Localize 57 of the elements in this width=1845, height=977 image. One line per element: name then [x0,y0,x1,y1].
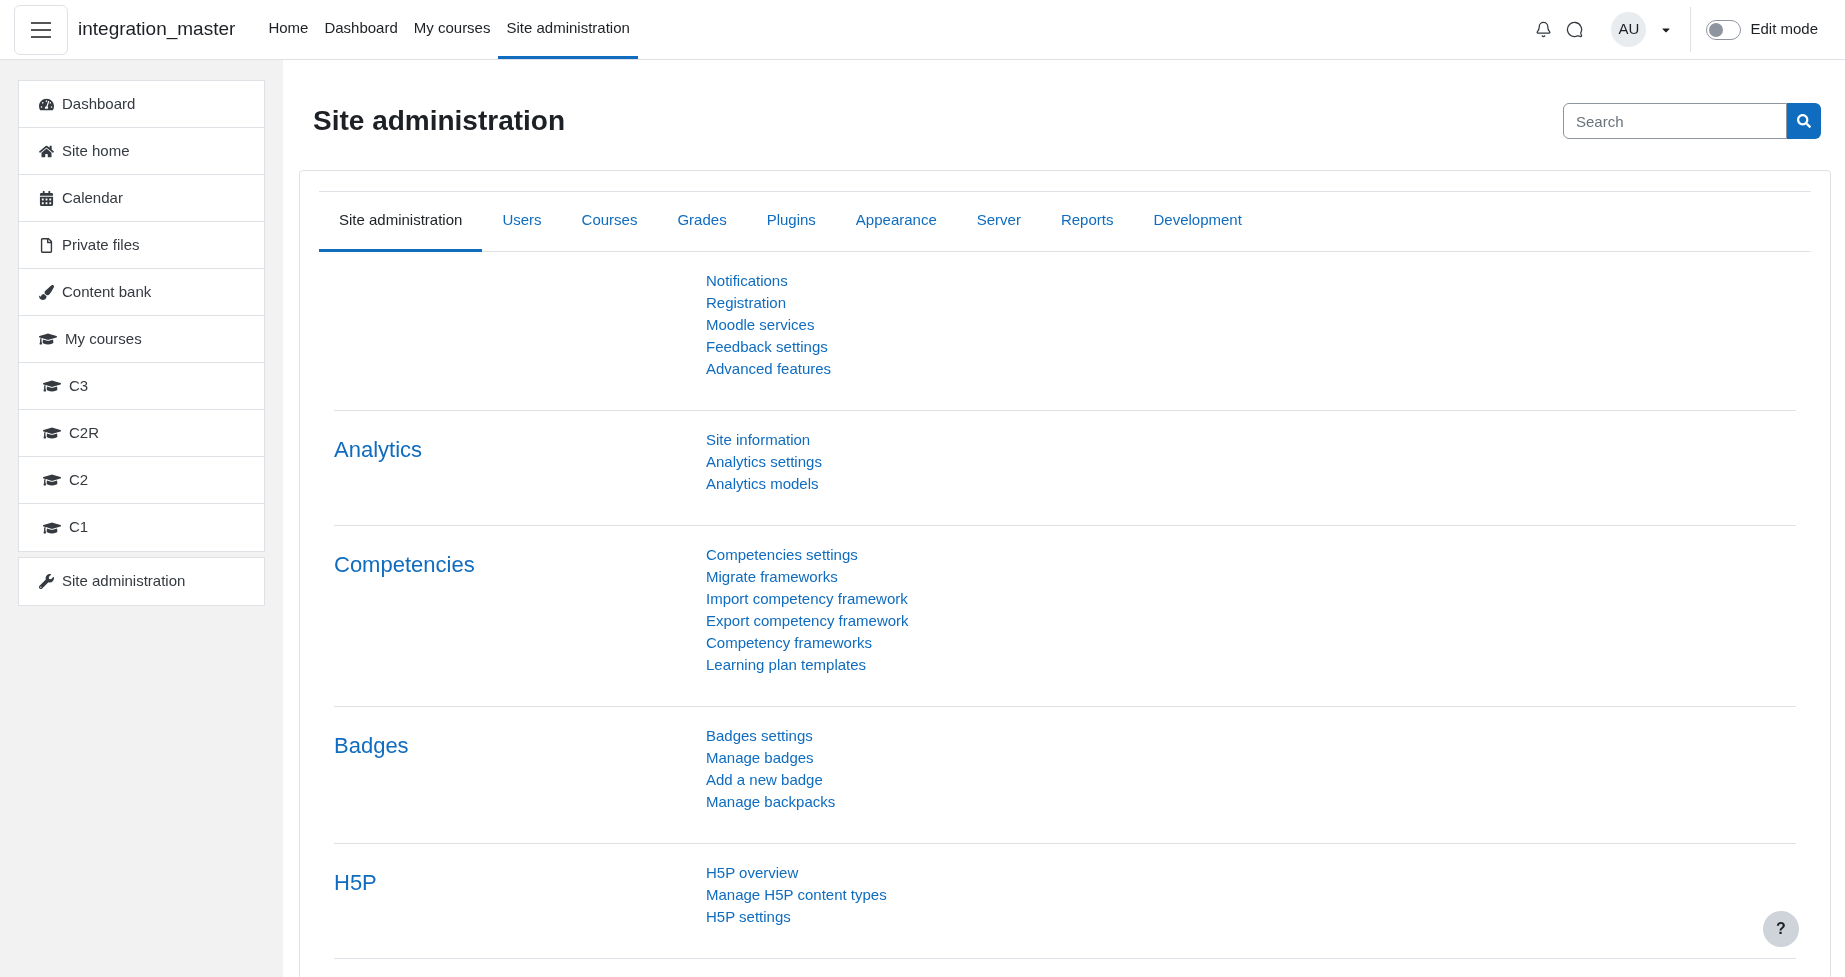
admin-link[interactable]: Competencies settings [706,544,909,566]
admin-link[interactable]: Site information [706,429,822,451]
admin-link[interactable]: Manage backpacks [706,791,836,813]
page-title: Site administration [313,104,566,138]
help-button[interactable]: ? [1763,911,1799,947]
section-heading[interactable]: H5P [334,862,706,899]
edit-mode-toggle[interactable] [1706,19,1742,40]
tab[interactable]: Grades [657,192,747,252]
calendar-icon [39,190,54,206]
admin-link[interactable]: Competency frameworks [706,632,909,654]
admin-link[interactable]: Registration [706,292,832,314]
nav-link[interactable]: Site administration [498,0,638,59]
admin-link[interactable]: H5P settings [706,906,887,928]
admin-link[interactable]: Export competency framework [706,610,909,632]
chat-icon[interactable] [1566,21,1584,38]
brush-icon [39,284,54,300]
site-name: integration_master [78,17,236,42]
nav-link[interactable]: Home [260,0,317,59]
tab[interactable]: Reports [1040,192,1134,252]
tab[interactable]: Site administration [319,192,483,252]
search-icon [1797,114,1811,128]
gauge-icon [39,96,54,112]
menu-button[interactable] [14,4,68,55]
admin-link[interactable]: Analytics models [706,473,822,495]
section-heading[interactable]: Analytics [334,429,706,466]
tab[interactable]: Users [482,192,562,252]
wrench-icon [39,574,54,589]
admin-link[interactable]: Moodle services [706,314,832,336]
section-heading[interactable]: Badges [334,725,706,762]
edit-mode-label: Edit mode [1750,19,1818,40]
admin-link[interactable]: Analytics settings [706,451,822,473]
admin-link[interactable]: Badges settings [706,725,836,747]
admin-link[interactable]: Learning plan templates [706,654,909,676]
admin-link[interactable]: Add a new badge [706,769,836,791]
admin-link[interactable]: Import competency framework [706,588,909,610]
tab[interactable]: Appearance [835,192,957,252]
admin-link[interactable]: Feedback settings [706,336,832,358]
admin-link[interactable]: Notifications [706,270,832,292]
admin-link[interactable]: Manage H5P content types [706,884,887,906]
admin-link[interactable]: Advanced features [706,358,832,380]
menu-icon [30,20,52,39]
admin-link[interactable]: Manage badges [706,747,836,769]
tab[interactable]: Plugins [746,192,836,252]
admin-link[interactable]: H5P overview [706,862,887,884]
tab[interactable]: Courses [561,192,658,252]
nav-link[interactable]: My courses [405,0,499,59]
bell-icon[interactable] [1535,21,1553,38]
tab[interactable]: Server [956,192,1041,252]
file-icon [39,237,54,253]
search-button[interactable] [1787,103,1821,139]
section-heading[interactable]: Competencies [334,544,706,581]
nav-link[interactable]: Dashboard [316,0,406,59]
house-icon [39,143,54,159]
admin-link[interactable]: Migrate frameworks [706,566,909,588]
tab[interactable]: Development [1133,192,1262,252]
search-field[interactable]: Search [1563,103,1787,139]
user-avatar[interactable]: AU [1611,12,1647,47]
